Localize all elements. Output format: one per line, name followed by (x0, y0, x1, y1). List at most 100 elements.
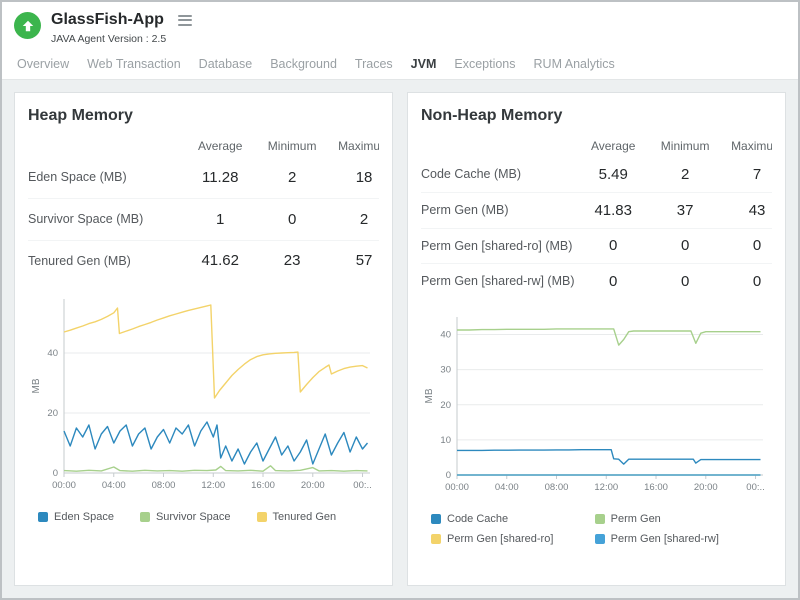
table-row: Tenured Gen (MB) 41.62 23 57 (28, 240, 379, 281)
svg-text:20: 20 (440, 400, 451, 411)
legend-label: Perm Gen [shared-ro] (447, 533, 553, 545)
svg-text:MB: MB (424, 388, 435, 403)
legend-item-tenured-gen[interactable]: Tenured Gen (257, 511, 337, 523)
legend-item-code-cache[interactable]: Code Cache (431, 513, 588, 525)
stat-minimum: 2 (649, 157, 721, 192)
stat-maximum: 0 (721, 228, 772, 264)
svg-text:08:00: 08:00 (152, 480, 176, 491)
stat-minimum: 0 (649, 228, 721, 264)
svg-text:12:00: 12:00 (201, 480, 225, 491)
legend-item-perm-gen-shared-rw[interactable]: Perm Gen [shared-rw] (595, 533, 752, 545)
legend-label: Code Cache (447, 513, 508, 525)
svg-text:MB: MB (31, 378, 42, 393)
svg-text:16:00: 16:00 (251, 480, 275, 491)
tab-overview[interactable]: Overview (8, 50, 78, 79)
svg-text:00:..: 00:.. (353, 480, 372, 491)
svg-text:20:00: 20:00 (694, 482, 718, 493)
svg-text:04:00: 04:00 (102, 480, 126, 491)
stat-average: 0 (577, 264, 649, 299)
heap-legend: Eden Space Survivor Space Tenured Gen (28, 507, 379, 527)
stat-label: Perm Gen [shared-ro] (MB) (421, 228, 577, 264)
legend-item-eden-space[interactable]: Eden Space (38, 511, 114, 523)
legend-label: Perm Gen [shared-rw] (611, 533, 719, 545)
tab-jvm[interactable]: JVM (402, 50, 446, 79)
tab-background[interactable]: Background (261, 50, 346, 79)
tab-database[interactable]: Database (190, 50, 262, 79)
stat-maximum: 43 (721, 192, 772, 228)
stat-average: 11.28 (184, 157, 256, 198)
stat-label: Code Cache (MB) (421, 157, 577, 192)
legend-label: Survivor Space (156, 511, 231, 523)
svg-text:00:00: 00:00 (52, 480, 76, 491)
legend-label: Perm Gen (611, 513, 661, 525)
heap-memory-panel: Heap Memory Average Minimum Maximum Eden (14, 92, 393, 586)
table-row: Perm Gen (MB) 41.83 37 43 (421, 192, 772, 228)
tab-rum-analytics[interactable]: RUM Analytics (525, 50, 624, 79)
stat-minimum: 0 (256, 198, 328, 240)
svg-text:40: 40 (47, 348, 58, 359)
menu-icon[interactable] (176, 10, 194, 30)
tab-exceptions[interactable]: Exceptions (445, 50, 524, 79)
tab-traces[interactable]: Traces (346, 50, 402, 79)
svg-text:16:00: 16:00 (644, 482, 668, 493)
col-maximum: Maximum (328, 133, 379, 157)
table-row: Survivor Space (MB) 1 0 2 (28, 198, 379, 240)
survivor-space-swatch (140, 512, 150, 522)
svg-text:30: 30 (440, 365, 451, 376)
svg-text:40: 40 (440, 330, 451, 341)
stat-maximum: 7 (721, 157, 772, 192)
stat-maximum: 0 (721, 264, 772, 299)
stat-maximum: 18 (328, 157, 379, 198)
svg-text:00:00: 00:00 (445, 482, 469, 493)
svg-text:20: 20 (47, 408, 58, 419)
eden-space-swatch (38, 512, 48, 522)
app-title: GlassFish-App (51, 11, 164, 29)
stat-minimum: 23 (256, 240, 328, 281)
stat-minimum: 2 (256, 157, 328, 198)
title-block: GlassFish-App JAVA Agent Version : 2.5 (51, 10, 194, 45)
stat-maximum: 2 (328, 198, 379, 240)
stat-label: Survivor Space (MB) (28, 198, 184, 240)
app-header: GlassFish-App JAVA Agent Version : 2.5 (2, 2, 798, 50)
table-row: Perm Gen [shared-rw] (MB) 0 0 0 (421, 264, 772, 299)
panel-title-heap: Heap Memory (28, 107, 379, 125)
perm-gen-shared-ro-swatch (431, 534, 441, 544)
stat-minimum: 37 (649, 192, 721, 228)
app-status-up-icon (14, 12, 41, 39)
tab-web-transaction[interactable]: Web Transaction (78, 50, 190, 79)
svg-text:04:00: 04:00 (495, 482, 519, 493)
stat-average: 41.62 (184, 240, 256, 281)
col-average: Average (577, 133, 649, 157)
stat-label: Perm Gen (MB) (421, 192, 577, 228)
non-heap-memory-panel: Non-Heap Memory Average Minimum Maximum … (407, 92, 786, 586)
stat-label: Perm Gen [shared-rw] (MB) (421, 264, 577, 299)
up-arrow-icon (21, 19, 35, 33)
stat-average: 41.83 (577, 192, 649, 228)
non-heap-legend: Code Cache Perm Gen Perm Gen [shared-ro]… (421, 509, 772, 549)
perm-gen-swatch (595, 514, 605, 524)
table-row: Eden Space (MB) 11.28 2 18 (28, 157, 379, 198)
app-window: GlassFish-App JAVA Agent Version : 2.5 O… (0, 0, 800, 600)
table-header-row: Average Minimum Maximum (28, 133, 379, 157)
col-average: Average (184, 133, 256, 157)
stat-average: 0 (577, 228, 649, 264)
dashboard-content: Heap Memory Average Minimum Maximum Eden (2, 80, 798, 598)
heap-stats-table: Average Minimum Maximum Eden Space (MB) … (28, 133, 379, 281)
agent-version-label: JAVA Agent Version : 2.5 (51, 33, 194, 45)
tenured-gen-swatch (257, 512, 267, 522)
legend-label: Tenured Gen (273, 511, 337, 523)
svg-text:0: 0 (53, 468, 58, 479)
svg-text:20:00: 20:00 (301, 480, 325, 491)
legend-label: Eden Space (54, 511, 114, 523)
legend-item-survivor-space[interactable]: Survivor Space (140, 511, 231, 523)
perm-gen-shared-rw-swatch (595, 534, 605, 544)
legend-item-perm-gen[interactable]: Perm Gen (595, 513, 752, 525)
code-cache-swatch (431, 514, 441, 524)
legend-item-perm-gen-shared-ro[interactable]: Perm Gen [shared-ro] (431, 533, 588, 545)
svg-text:00:..: 00:.. (746, 482, 765, 493)
table-row: Perm Gen [shared-ro] (MB) 0 0 0 (421, 228, 772, 264)
non-heap-stats-table: Average Minimum Maximum Code Cache (MB) … (421, 133, 772, 299)
non-heap-memory-chart: 01020304000:0004:0008:0012:0016:0020:000… (421, 309, 771, 501)
stat-minimum: 0 (649, 264, 721, 299)
col-maximum: Maximum (721, 133, 772, 157)
